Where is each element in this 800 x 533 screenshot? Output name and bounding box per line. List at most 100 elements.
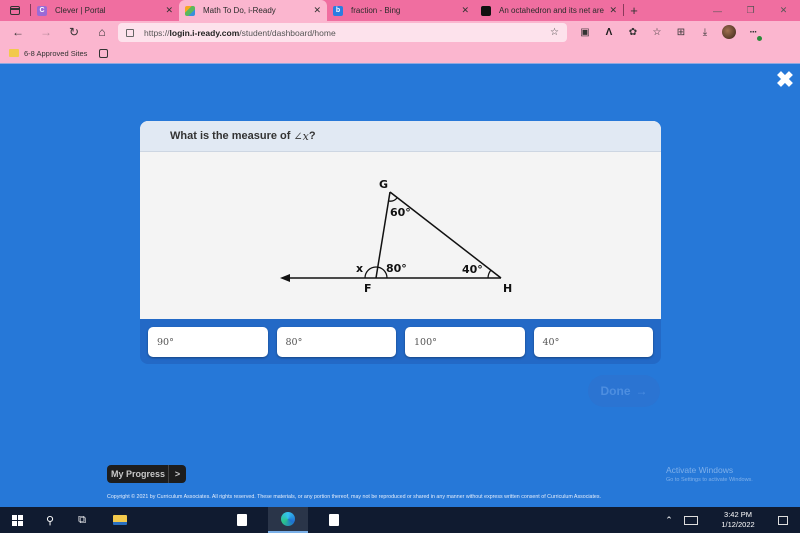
start-button[interactable] [0, 507, 34, 533]
angle-label-g: 60° [390, 206, 411, 219]
windows-logo-icon [11, 514, 23, 526]
keyboard-icon[interactable] [684, 515, 698, 525]
close-tab-icon[interactable]: ✕ [609, 5, 617, 16]
bookmark-app-icon[interactable] [99, 48, 109, 58]
pocket-extension-icon[interactable]: ▣ [573, 21, 597, 43]
address-bar[interactable]: https://login.i-ready.com/student/dashbo… [118, 23, 567, 42]
taskbar-app-document[interactable] [318, 507, 350, 533]
browser-nav-bar: ← → ↻ ⌂ https://login.i-ready.com/studen… [0, 21, 800, 43]
folder-icon [113, 515, 127, 525]
vertex-label-f: F [364, 282, 372, 295]
answer-choice[interactable]: 90° [148, 327, 268, 357]
search-icon: ⚲ [45, 514, 55, 527]
tab-math-to-do-iready[interactable]: Math To Do, i-Ready ✕ [179, 0, 327, 21]
close-lesson-button[interactable]: ✖ [775, 69, 795, 91]
task-view-icon: ⧉ [78, 513, 86, 526]
question-suffix: ? [308, 130, 316, 142]
copyright-text: Copyright © 2021 by Curriculum Associate… [107, 494, 602, 500]
bookmark-approved-sites[interactable]: 6-8 Approved Sites [24, 49, 87, 58]
home-button[interactable]: ⌂ [88, 21, 116, 43]
taskbar-app-document[interactable] [226, 507, 258, 533]
url-domain: login.i-ready.com [169, 27, 240, 38]
tab-actions-icon [10, 6, 20, 15]
new-tab-button[interactable]: + [624, 0, 644, 21]
tab-actions-button[interactable] [0, 0, 30, 21]
close-window-button[interactable]: ✕ [767, 0, 800, 21]
collections-icon[interactable]: ⊞ [669, 21, 693, 43]
angle-arc-g [388, 197, 398, 202]
my-progress-button[interactable]: My Progress > [107, 465, 186, 483]
close-tab-icon[interactable]: ✕ [165, 5, 173, 16]
extension-a-icon[interactable]: Λ [597, 21, 621, 43]
done-label: Done [600, 384, 631, 398]
angle-label-f: 80° [386, 262, 407, 275]
downloads-icon[interactable]: ⤓ [693, 21, 717, 43]
vertex-label-h: H [503, 282, 512, 295]
system-tray: ⌃ 3:42 PM 1/12/2022 [660, 507, 800, 533]
back-button[interactable]: ← [4, 21, 32, 43]
iready-cube-icon [185, 5, 195, 16]
question-header: What is the measure of ∠x? [140, 121, 661, 152]
url-prefix: https:// [144, 27, 170, 38]
arrow-right-icon: → [635, 384, 648, 398]
answer-choice[interactable]: 80° [276, 327, 396, 357]
unknown-angle-label: x [356, 262, 363, 275]
tab-fraction-bing[interactable]: b fraction - Bing ✕ [327, 0, 475, 21]
answer-choice[interactable]: 40° [533, 327, 653, 357]
close-tab-icon[interactable]: ✕ [461, 5, 469, 16]
answer-choices: 90° 80° 100° 40° [140, 319, 661, 364]
taskbar-app-edge[interactable] [268, 507, 308, 533]
done-button[interactable]: Done → [588, 375, 660, 407]
document-icon [329, 514, 339, 526]
windows-taskbar: ⚲ ⧉ ⌃ 3:42 PM 1/12/2022 [0, 507, 800, 533]
tab-octahedron[interactable]: An octahedron and its net are sh ✕ [475, 0, 623, 21]
my-progress-label: My Progress [111, 469, 166, 479]
angle-arc-h [487, 269, 492, 279]
tab-clever-portal[interactable]: C Clever | Portal ✕ [31, 0, 179, 21]
refresh-button[interactable]: ↻ [60, 21, 88, 43]
question-math: ∠x [293, 129, 309, 143]
clock-date: 1/12/2022 [721, 520, 755, 529]
lock-icon [126, 28, 134, 37]
search-button[interactable]: ⚲ [34, 507, 66, 533]
tab-title: fraction - Bing [351, 6, 401, 15]
add-favorite-icon[interactable]: ☆ [550, 27, 559, 38]
notifications-icon[interactable] [778, 515, 788, 525]
vertex-label-g: G [379, 178, 388, 191]
file-explorer-button[interactable] [104, 507, 136, 533]
avatar [722, 25, 736, 39]
minimize-button[interactable]: — [701, 0, 734, 21]
activate-windows-watermark: Activate Windows Go to Settings to activ… [666, 465, 753, 483]
url-path: /student/dashboard/home [239, 27, 336, 38]
favorites-icon[interactable]: ☆ [645, 21, 669, 43]
restore-button[interactable]: ❐ [734, 0, 767, 21]
answer-choice[interactable]: 100° [405, 327, 525, 357]
clock-time: 3:42 PM [724, 510, 752, 519]
chrome-divider [0, 63, 800, 64]
angle-label-h: 40° [462, 263, 483, 276]
folder-icon [9, 49, 19, 57]
task-view-button[interactable]: ⧉ [66, 507, 98, 533]
question-text: What is the measure of [170, 130, 291, 142]
clock[interactable]: 3:42 PM 1/12/2022 [712, 510, 764, 530]
window-controls: — ❐ ✕ [701, 0, 800, 21]
brainly-icon [481, 5, 491, 16]
profile-avatar[interactable] [717, 21, 741, 43]
show-hidden-icons-button[interactable]: ⌃ [660, 515, 678, 526]
close-tab-icon[interactable]: ✕ [313, 5, 321, 16]
tab-title: An octahedron and its net are sh [499, 6, 606, 15]
question-card: What is the measure of ∠x? G F H x 60° 8… [140, 121, 661, 319]
tab-title: Clever | Portal [55, 6, 106, 15]
extensions-toolbar: ▣ Λ ✿ ☆ ⊞ ⤓ ··· [573, 21, 765, 43]
bing-icon: b [333, 5, 343, 16]
bookmarks-bar: 6-8 Approved Sites [0, 43, 800, 63]
more-menu-button[interactable]: ··· [741, 21, 765, 43]
activate-subtitle: Go to Settings to activate Windows. [666, 477, 753, 483]
activate-title: Activate Windows [666, 465, 734, 475]
tab-title: Math To Do, i-Ready [203, 6, 276, 15]
browser-tab-bar: C Clever | Portal ✕ Math To Do, i-Ready … [0, 0, 800, 21]
forward-button[interactable]: → [32, 21, 60, 43]
triangle-diagram: G F H x 60° 80° 40° [280, 178, 512, 295]
extensions-puzzle-icon[interactable]: ✿ [621, 21, 645, 43]
ray-arrowhead [280, 274, 290, 282]
